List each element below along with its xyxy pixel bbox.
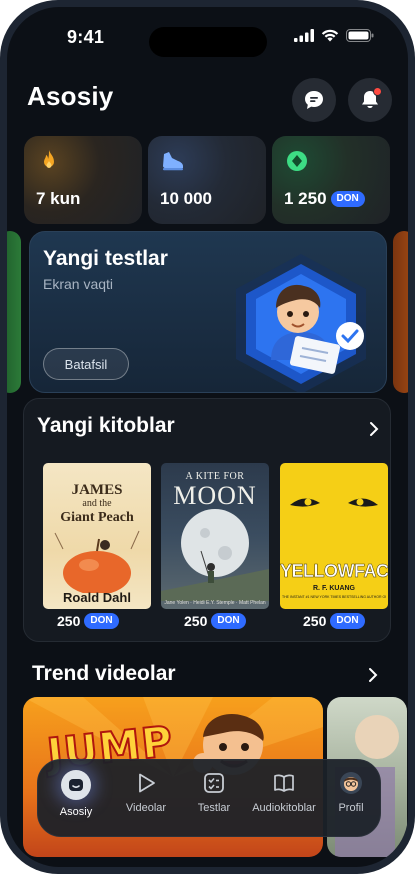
gem-icon xyxy=(287,151,307,171)
books-section-title: Yangi kitoblar xyxy=(37,414,175,437)
trend-section-title: Trend videolar xyxy=(32,662,176,685)
coins-card[interactable]: 1 250 DON xyxy=(272,136,390,224)
coins-value: 1 250 DON xyxy=(284,189,365,209)
chevron-right-icon[interactable] xyxy=(364,419,384,439)
banner-title: Yangi testlar xyxy=(43,247,168,270)
notifications-button[interactable] xyxy=(348,78,392,122)
battery-icon xyxy=(346,29,374,42)
nav-item-home[interactable]: Asosiy xyxy=(42,770,110,818)
sneaker-icon xyxy=(163,152,183,171)
page-title: Asosiy xyxy=(27,81,114,111)
book-cover[interactable]: JAMES and the Giant Peach Roald Dahl xyxy=(43,463,151,609)
book-title: YELLOWFACE xyxy=(280,561,388,582)
phone-frame: 9:41 Asosiy 7 kun 10 000 1 250 DON Yangi… xyxy=(0,0,415,874)
chevron-right-icon[interactable] xyxy=(363,665,383,685)
details-button[interactable]: Batafsil xyxy=(43,348,129,380)
notification-dot xyxy=(373,87,382,96)
book-author: R. F. KUANG xyxy=(313,585,355,592)
nav-item-audiobooks[interactable]: Audiokitoblar xyxy=(244,770,324,814)
book-cover[interactable]: A KITE FOR MOON Jane Yolen · Heidi E.Y. … xyxy=(161,463,269,609)
status-icons xyxy=(294,29,374,42)
book-tagline: THE INSTANT #1 NEW YORK TIMES BESTSELLIN… xyxy=(282,595,386,599)
nav-label-home: Asosiy xyxy=(59,806,93,818)
play-icon xyxy=(133,770,159,796)
streak-value: 7 kun xyxy=(36,189,81,208)
status-time: 9:41 xyxy=(67,27,105,47)
nav-label-tests: Testlar xyxy=(197,802,231,814)
prev-banner-peek[interactable] xyxy=(7,231,21,393)
eyes-art xyxy=(290,498,378,507)
currency-badge: DON xyxy=(211,613,246,629)
streak-card[interactable]: 7 kun xyxy=(24,136,142,224)
currency-badge: DON xyxy=(330,613,365,629)
book-author: Jane Yolen · Heidi E.Y. Stemple · Matt P… xyxy=(164,600,266,606)
steps-card[interactable]: 10 000 xyxy=(148,136,266,224)
open-book-icon xyxy=(271,770,297,796)
book-price: 250 DON xyxy=(303,613,365,629)
signal-icon xyxy=(294,29,314,42)
student-test-illustration xyxy=(236,254,366,392)
book-cover[interactable]: YELLOWFACE R. F. KUANG THE INSTANT #1 NE… xyxy=(280,463,388,609)
steps-value: 10 000 xyxy=(160,189,212,208)
nav-label-videos: Videolar xyxy=(125,802,167,814)
coins-amount: 1 250 xyxy=(284,189,327,208)
dynamic-island xyxy=(149,27,267,57)
nav-item-videos[interactable]: Videolar xyxy=(112,770,180,814)
checklist-icon xyxy=(201,770,227,796)
giant-peach-art xyxy=(54,530,140,593)
book-author: Roald Dahl xyxy=(63,590,131,605)
book-price: 250 DON xyxy=(184,613,246,629)
book-price: 250 DON xyxy=(57,613,119,629)
bottom-nav: Asosiy Videolar Testlar Audiokitoblar Pr… xyxy=(37,759,381,837)
home-icon xyxy=(61,770,91,800)
currency-badge: DON xyxy=(330,191,365,207)
flame-icon xyxy=(44,150,54,168)
nav-label-profile: Profil xyxy=(338,802,364,814)
status-bar: 9:41 xyxy=(7,7,408,67)
nav-item-tests[interactable]: Testlar xyxy=(180,770,248,814)
book-title: JAMES and the Giant Peach xyxy=(60,482,134,525)
moon-kite-art xyxy=(161,509,269,601)
new-books-section: Yangi kitoblar JAMES and the Giant Peach… xyxy=(23,398,391,642)
avatar xyxy=(338,770,364,796)
wifi-icon xyxy=(321,29,339,42)
nav-label-audiobooks: Audiokitoblar xyxy=(252,802,316,814)
chat-bubble-icon xyxy=(305,91,323,109)
messages-button[interactable] xyxy=(292,78,336,122)
new-tests-banner[interactable]: Yangi testlar Ekran vaqti Batafsil xyxy=(29,231,387,393)
app-screen: 9:41 Asosiy 7 kun 10 000 1 250 DON Yangi… xyxy=(7,7,408,867)
banner-subtitle: Ekran vaqti xyxy=(43,276,114,292)
nav-item-profile[interactable]: Profil xyxy=(320,770,382,814)
next-banner-peek[interactable] xyxy=(393,231,408,393)
currency-badge: DON xyxy=(84,613,119,629)
